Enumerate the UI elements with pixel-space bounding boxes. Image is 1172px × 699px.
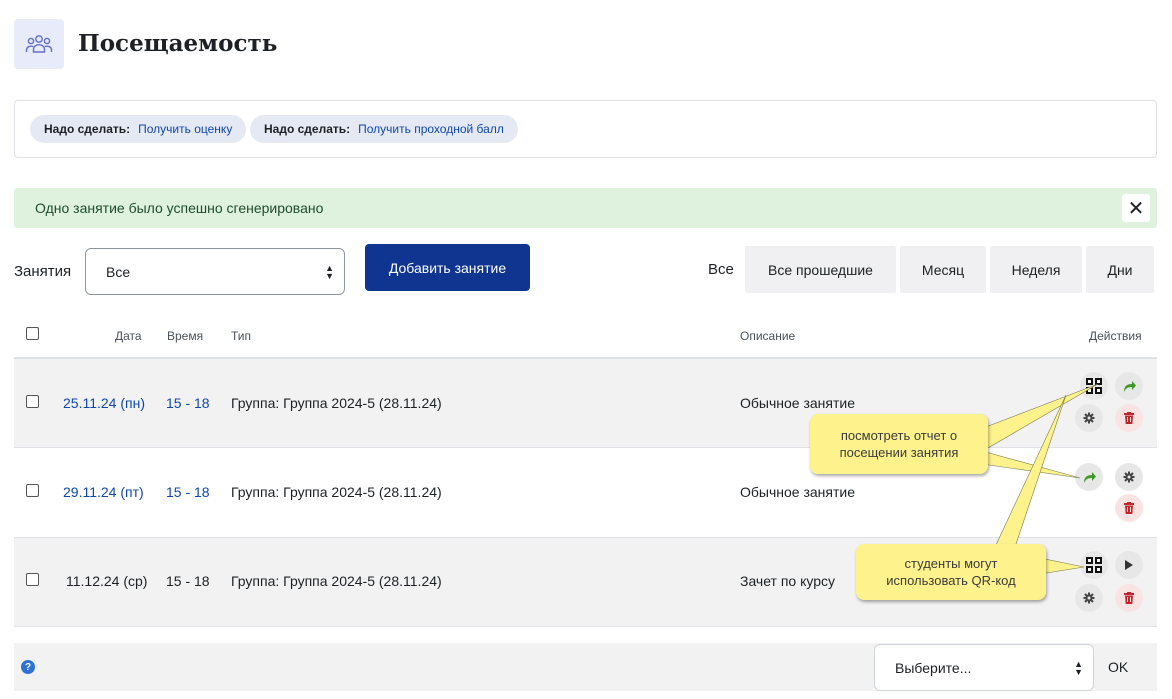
callout-qr: студенты могут использовать QR-код xyxy=(856,544,1046,600)
callout-report: посмотреть отчет о посещении занятия xyxy=(810,414,988,474)
